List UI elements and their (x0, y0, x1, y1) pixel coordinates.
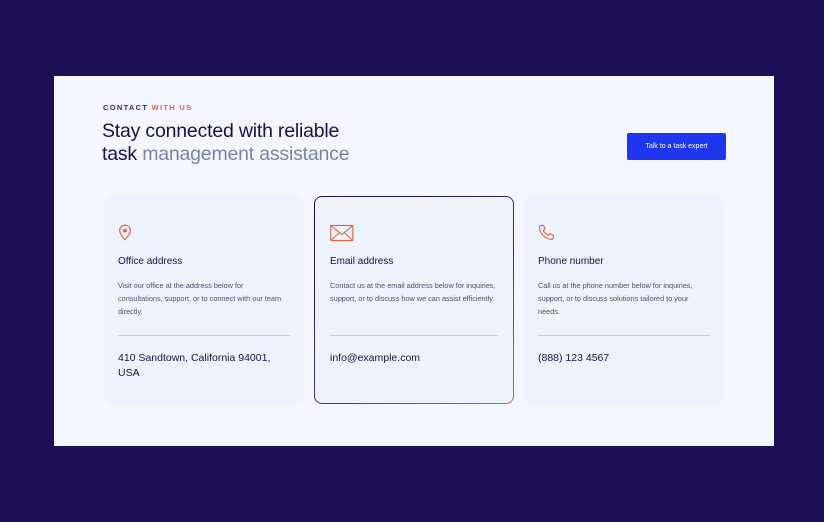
page-title: Stay connected with reliable task manage… (102, 120, 350, 166)
card-divider (118, 335, 290, 336)
card-description: Contact us at the email address below fo… (330, 281, 496, 303)
email-address-value[interactable]: info@example.com (330, 351, 502, 366)
card-description: Visit our office at the address below fo… (118, 281, 282, 316)
headline-line-1: Stay connected with reliable (102, 120, 340, 142)
eyebrow-part-with-us: WITH US (151, 103, 193, 112)
card-description: Call us at the phone number below for in… (538, 281, 693, 316)
card-title: Email address (330, 256, 394, 267)
card-divider (330, 335, 498, 336)
headline-muted-text: management assistance (142, 143, 350, 165)
card-title: Office address (118, 256, 183, 267)
headline-strong-word: task (102, 143, 137, 165)
talk-to-expert-button[interactable]: Talk to a task expert (627, 133, 726, 160)
phone-icon (538, 224, 554, 240)
email-address-card: Email address Contact us at the email ad… (314, 196, 514, 404)
contact-cards: Office address Visit our office at the a… (104, 196, 724, 404)
office-address-value: 410 Sandtown, California 94001, USA (118, 352, 271, 379)
phone-number-card: Phone number Call us at the phone number… (524, 196, 724, 404)
contact-section: CONTACT WITH US Stay connected with reli… (54, 76, 774, 446)
office-address-card: Office address Visit our office at the a… (104, 196, 304, 404)
phone-number-value[interactable]: (888) 123 4567 (538, 351, 710, 366)
envelope-icon (330, 224, 354, 242)
card-divider (538, 335, 710, 336)
card-title: Phone number (538, 256, 604, 267)
eyebrow-part-contact: CONTACT (103, 103, 149, 112)
section-eyebrow: CONTACT WITH US (103, 103, 192, 112)
location-pin-icon (119, 224, 131, 241)
